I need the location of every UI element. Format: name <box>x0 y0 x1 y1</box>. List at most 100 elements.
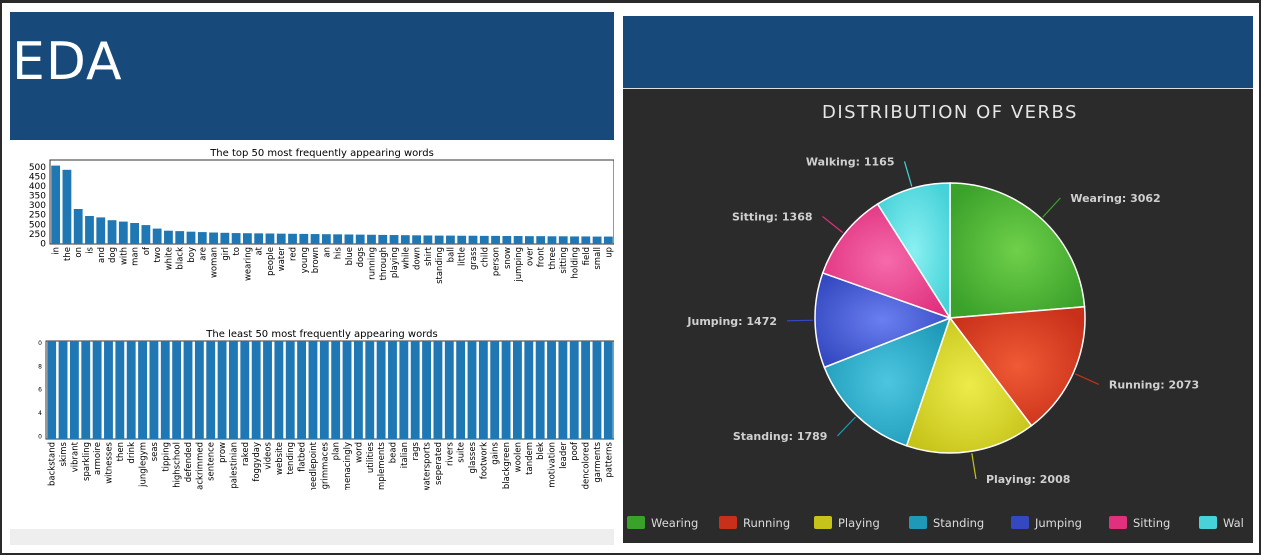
leader-line <box>837 416 856 437</box>
legend-label[interactable]: Playing <box>838 516 880 530</box>
bar <box>175 231 185 244</box>
bar <box>186 231 196 244</box>
bar <box>478 341 488 439</box>
bar <box>92 341 102 439</box>
x-tick-label: with <box>119 247 129 265</box>
x-tick-label: videos <box>264 441 274 469</box>
bar <box>423 235 433 244</box>
x-tick-label: watersports <box>423 441 433 490</box>
x-tick-label: through <box>379 247 389 280</box>
bar <box>47 341 57 439</box>
x-tick-label: blue <box>345 247 355 265</box>
y-tick-label: 8 <box>38 363 42 370</box>
x-tick-label: patterns <box>604 441 614 477</box>
bar <box>197 232 207 244</box>
x-tick-label: utilities <box>366 441 376 473</box>
bar <box>513 236 523 244</box>
y-tick-label: 0 <box>38 340 42 347</box>
x-tick-label: rags <box>411 441 421 460</box>
bar <box>183 341 193 439</box>
bar <box>446 235 455 244</box>
x-tick-label: needlepoint <box>309 441 319 490</box>
bar <box>107 220 117 244</box>
y-tick-label: 0 <box>38 433 42 440</box>
bar <box>62 169 72 244</box>
x-tick-label: defended <box>184 442 194 482</box>
x-tick-label: playing <box>390 247 400 278</box>
bar <box>434 235 444 244</box>
leader-line <box>971 453 977 480</box>
y-tick-label: 450 <box>29 173 46 183</box>
bar <box>104 341 113 439</box>
legend-label[interactable]: Sitting <box>1133 516 1170 530</box>
y-tick-label: 0 <box>40 239 46 249</box>
x-tick-label: three <box>548 247 558 270</box>
x-tick-label: poof <box>570 441 580 461</box>
bar <box>355 234 365 244</box>
bar <box>490 341 500 439</box>
x-tick-label: foggyday <box>252 442 262 482</box>
legend-swatch[interactable] <box>814 516 832 529</box>
legend-swatch[interactable] <box>719 516 737 529</box>
legend-label[interactable]: Wal <box>1223 516 1244 530</box>
x-tick-label: while <box>401 247 411 269</box>
bar <box>288 233 297 244</box>
x-tick-label: little <box>458 247 468 266</box>
x-tick-label: tipping <box>161 442 171 472</box>
legend-swatch[interactable] <box>909 516 927 529</box>
bar <box>536 236 546 244</box>
legend-label[interactable]: Jumping <box>1034 516 1082 530</box>
x-tick-label: then <box>116 442 126 461</box>
bar <box>85 216 94 244</box>
bar <box>378 234 388 244</box>
legend-swatch[interactable] <box>1109 516 1127 529</box>
bar <box>172 341 182 439</box>
x-tick-label: girl <box>221 247 231 261</box>
legend-swatch[interactable] <box>627 516 645 529</box>
legend-swatch[interactable] <box>1011 516 1029 529</box>
bar <box>603 236 613 244</box>
x-tick-label: front <box>537 246 547 267</box>
x-tick-label: on <box>74 247 84 258</box>
bar <box>603 341 613 439</box>
x-tick-label: snow <box>503 247 513 269</box>
x-tick-label: flatbed <box>298 442 308 472</box>
x-tick-label: jumping <box>514 247 524 283</box>
legend-label[interactable]: Wearing <box>651 516 698 530</box>
bar <box>412 235 421 244</box>
x-tick-label: person <box>492 247 502 276</box>
x-tick-label: two <box>153 247 163 263</box>
x-tick-label: grimmaces <box>320 441 330 489</box>
x-tick-label: motivation <box>548 442 558 488</box>
x-tick-label: drink <box>127 442 137 464</box>
x-tick-label: italian <box>400 442 410 468</box>
x-tick-label: the <box>63 247 73 261</box>
legend-label[interactable]: Standing <box>933 516 984 530</box>
x-tick-label: and <box>97 247 107 263</box>
leader-line <box>1074 373 1100 385</box>
legend-label[interactable]: Running <box>743 516 790 530</box>
x-tick-label: skims <box>59 441 69 466</box>
x-tick-label: footwork <box>479 442 489 479</box>
x-tick-label: up <box>604 247 614 258</box>
x-tick-label: website <box>275 442 285 475</box>
bar <box>299 233 309 244</box>
data-label: Jumping: 1472 <box>686 315 777 328</box>
data-label: Walking: 1165 <box>806 155 895 168</box>
bar <box>265 233 275 244</box>
legend-swatch[interactable] <box>1199 516 1217 529</box>
bar <box>126 341 136 439</box>
bar <box>344 234 354 244</box>
x-tick-label: shirt <box>424 246 434 266</box>
x-tick-label: word <box>354 442 364 463</box>
eda-panel: EDA The top 50 most frequently appearing… <box>10 12 614 545</box>
x-tick-label: down <box>413 247 423 270</box>
x-tick-label: dogs <box>356 246 366 267</box>
bar <box>164 230 173 244</box>
y-tick-label: 6 <box>38 387 42 394</box>
bar <box>333 234 343 244</box>
x-tick-label: vibrant <box>70 441 80 472</box>
x-tick-label: an <box>322 247 332 258</box>
x-tick-label: seperated <box>434 442 444 485</box>
bar <box>558 236 568 244</box>
